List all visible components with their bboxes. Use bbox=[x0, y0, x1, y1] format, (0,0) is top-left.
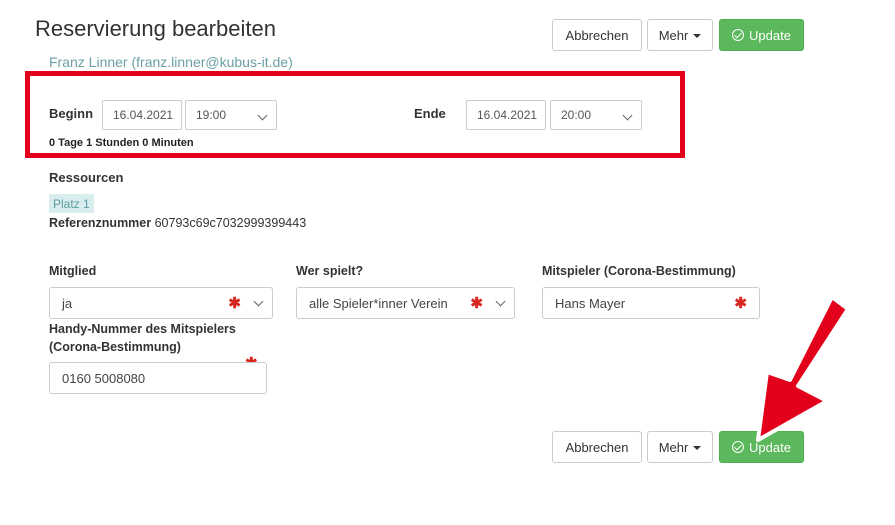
red-arrow-shape bbox=[756, 295, 850, 442]
red-arrow-annotation bbox=[756, 295, 850, 442]
edit-reservation-panel: Reservierung bearbeiten Franz Linner (fr… bbox=[0, 0, 895, 525]
